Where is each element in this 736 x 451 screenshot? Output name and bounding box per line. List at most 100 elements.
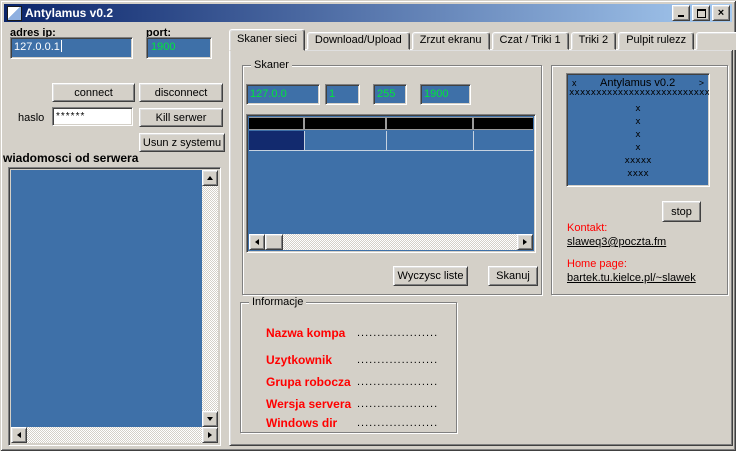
scan-range-field-1[interactable]: 127.0.0 (246, 84, 320, 105)
title-bar[interactable]: Antylamus v0.2 × (4, 4, 732, 22)
table-header-cell[interactable] (474, 118, 533, 129)
info-row-nazwa-kompa: Nazwa kompa.................... (266, 326, 345, 339)
clear-list-button[interactable]: Wyczysc liste (393, 266, 468, 286)
table-cell-selected[interactable] (249, 131, 305, 150)
about-left-glyph: x (572, 78, 577, 88)
scroll-track[interactable] (202, 186, 218, 411)
ip-value: 127.0.0.1 (11, 41, 60, 53)
scroll-left-button[interactable] (249, 234, 265, 250)
scroll-right-button[interactable] (202, 427, 218, 443)
homepage-label: Home page: (567, 258, 627, 270)
tab-empty[interactable] (696, 32, 736, 50)
info-row-label: Uzytkownik (266, 353, 332, 367)
scroll-track[interactable] (283, 234, 517, 250)
ascii-art-line: x (567, 103, 709, 116)
table-row[interactable] (249, 131, 533, 151)
info-row-value: .................... (357, 354, 438, 366)
tab-download-upload[interactable]: Download/Upload (307, 32, 410, 50)
scan-range-field-4[interactable]: 1900 (420, 84, 471, 105)
scanner-ip-range-fields: 127.0.01 255 1900 (246, 84, 471, 105)
disconnect-button[interactable]: disconnect (139, 83, 223, 102)
scan-range-field-3[interactable]: 255 (373, 84, 407, 105)
contact-label: Kontakt: (567, 222, 607, 234)
table-cell[interactable] (305, 131, 387, 150)
info-row-value: .................... (357, 327, 438, 339)
maximize-button[interactable] (692, 5, 710, 21)
table-cell[interactable] (387, 131, 474, 150)
minimize-icon (678, 15, 684, 17)
server-messages-box[interactable] (8, 167, 221, 446)
table-header-cell[interactable] (387, 118, 472, 129)
info-row-label: Windows dir (266, 416, 337, 430)
minimize-button[interactable] (672, 5, 690, 21)
tab-bar: Skaner sieciDownload/UploadZrzut ekranuC… (229, 29, 736, 50)
messages-vertical-scrollbar[interactable] (202, 170, 218, 427)
arrow-left-icon (255, 239, 259, 245)
info-row-label: Grupa robocza (266, 375, 351, 389)
ip-input[interactable]: 127.0.0.1 (10, 37, 133, 59)
ascii-art-line: xxxxx (567, 155, 709, 168)
info-row-value: .................... (357, 417, 438, 429)
table-cell[interactable] (474, 131, 533, 150)
kill-server-button[interactable]: Kill serwer (139, 108, 223, 127)
connect-button[interactable]: connect (52, 83, 135, 102)
server-messages-content[interactable] (11, 170, 202, 427)
tab-triki-2[interactable]: Triki 2 (571, 32, 617, 50)
remove-from-system-button[interactable]: Usun z systemu (139, 133, 225, 152)
tab-pulpit-rulezz[interactable]: Pulpit rulezz (618, 32, 694, 50)
password-input[interactable]: ****** (52, 107, 133, 126)
tab-czat-triki-1[interactable]: Czat / Triki 1 (492, 32, 569, 50)
scroll-track[interactable] (27, 427, 202, 443)
close-icon: × (718, 8, 724, 18)
scan-range-field-2[interactable]: 1 (325, 84, 360, 105)
ascii-art-line: x (567, 142, 709, 155)
tab-skaner-sieci[interactable]: Skaner sieci (229, 29, 305, 51)
info-group-label: Informacje (249, 296, 306, 308)
app-window: Antylamus v0.2 × adres ip: 127.0.0.1 por… (0, 0, 736, 451)
about-separator: xxxxxxxxxxxxxxxxxxxxxxxxxxxxxxxxxx (567, 89, 709, 98)
table-header-cell[interactable] (305, 118, 385, 129)
close-button[interactable]: × (712, 5, 730, 21)
contact-email-link[interactable]: slaweq3@poczta.fm (567, 236, 666, 248)
homepage-link[interactable]: bartek.tu.kielce.pl/~slawek (567, 272, 696, 284)
server-messages-label: wiadomosci od serwera (3, 151, 138, 165)
info-row-grupa-robocza: Grupa robocza.................... (266, 375, 351, 388)
info-groupbox: Informacje Nazwa kompa..................… (240, 302, 457, 433)
table-horizontal-scrollbar[interactable] (249, 234, 533, 250)
table-header-cell[interactable] (249, 118, 303, 129)
ascii-art-line: x (567, 116, 709, 129)
arrow-left-icon (17, 432, 21, 438)
info-row-windows-dir: Windows dir.................... (266, 416, 337, 429)
port-input[interactable]: 1900 (146, 37, 212, 59)
info-row-value: .................... (357, 376, 438, 388)
about-banner: x Antylamus v0.2 > xxxxxxxxxxxxxxxxxxxxx… (566, 73, 710, 187)
about-right-glyph: > (699, 78, 704, 88)
info-row-label: Nazwa kompa (266, 326, 345, 340)
about-title: Antylamus v0.2 (600, 77, 675, 89)
info-row-value: .................... (357, 398, 438, 410)
scroll-right-button[interactable] (517, 234, 533, 250)
scan-button[interactable]: Skanuj (488, 266, 538, 286)
arrow-right-icon (523, 239, 527, 245)
messages-horizontal-scrollbar[interactable] (11, 427, 218, 443)
scroll-down-button[interactable] (202, 411, 218, 427)
info-row-uzytkownik: Uzytkownik.................... (266, 353, 332, 366)
info-row-wersja-servera: Wersja servera.................... (266, 397, 351, 410)
tab-zrzut-ekranu[interactable]: Zrzut ekranu (412, 32, 490, 50)
table-body[interactable] (249, 151, 533, 234)
password-label: haslo (18, 112, 44, 124)
ascii-art-line: x (567, 129, 709, 142)
window-title: Antylamus v0.2 (25, 6, 672, 20)
scroll-left-button[interactable] (11, 427, 27, 443)
about-ascii-art: xxxxxxxxxxxxx (567, 103, 709, 181)
info-row-label: Wersja servera (266, 397, 351, 411)
stop-button[interactable]: stop (662, 201, 701, 222)
scanner-result-table[interactable] (246, 114, 536, 253)
arrow-up-icon (207, 176, 213, 180)
table-header-row (249, 117, 533, 130)
arrow-down-icon (207, 417, 213, 421)
scroll-up-button[interactable] (202, 170, 218, 186)
arrow-right-icon (208, 432, 212, 438)
ascii-art-line: xxxx (567, 168, 709, 181)
scroll-thumb[interactable] (265, 234, 283, 250)
